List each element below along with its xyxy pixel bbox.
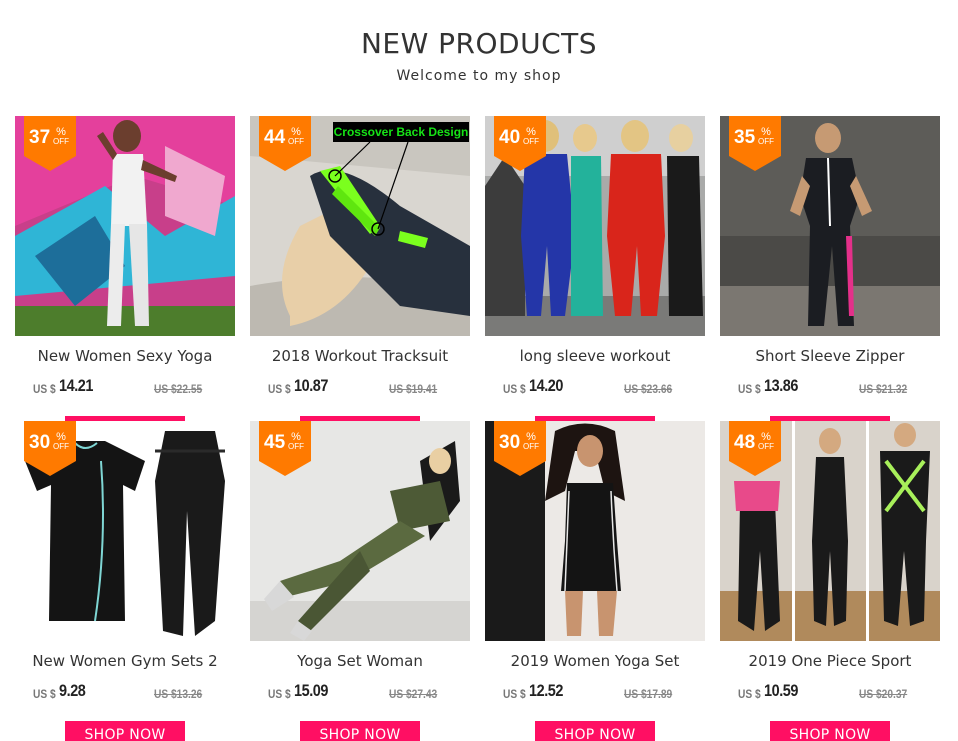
original-price: US $19.41	[389, 382, 438, 396]
sale-price: 10.59	[764, 681, 799, 700]
sale-price: 9.28	[59, 681, 86, 700]
product-image[interactable]: Crossover Back Design 44 % OFF	[250, 116, 470, 336]
currency-label: US $	[33, 382, 56, 396]
product-name[interactable]: 2019 One Piece Sport	[720, 652, 940, 670]
price-row: US $ 15.09 US $27.43	[268, 681, 468, 703]
product-image[interactable]: 40 % OFF	[485, 116, 705, 336]
price-row: US $ 13.86 US $21.32	[738, 376, 938, 398]
page-title: NEW PRODUCTS	[360, 27, 598, 60]
original-price: US $17.89	[624, 687, 673, 701]
image-caption: Crossover Back Design	[333, 122, 469, 142]
discount-badge: 35 % OFF	[729, 116, 781, 171]
original-price: US $21.32	[859, 382, 908, 396]
sale-price: 13.86	[764, 376, 799, 395]
currency-label: US $	[268, 687, 291, 701]
product-card[interactable]: 40 % OFF long sleeve workout US $ 14.20 U…	[485, 116, 705, 448]
product-name[interactable]: New Women Sexy Yoga	[15, 347, 235, 365]
original-price: US $27.43	[389, 687, 438, 701]
currency-label: US $	[738, 687, 761, 701]
product-name[interactable]: long sleeve workout	[485, 347, 705, 365]
product-card[interactable]: 30 % OFF 2019 Women Yoga Set US $ 12.52 U…	[485, 421, 705, 741]
product-name[interactable]: New Women Gym Sets 2	[15, 652, 235, 670]
product-card[interactable]: 35 % OFF Short Sleeve Zipper US $ 13.86 U…	[720, 116, 940, 448]
sale-price: 14.20	[529, 376, 564, 395]
shop-now-button[interactable]: SHOP NOW	[535, 721, 655, 741]
product-name[interactable]: 2018 Workout Tracksuit	[250, 347, 470, 365]
product-image[interactable]: 48 % OFF	[720, 421, 940, 641]
product-name[interactable]: 2019 Women Yoga Set	[485, 652, 705, 670]
product-image[interactable]: 30 % OFF	[15, 421, 235, 641]
product-card[interactable]: 48 % OFF 2019 One Piece Sport US $ 10.59 …	[720, 421, 940, 741]
discount-badge: 30 % OFF	[24, 421, 76, 476]
original-price: US $23.66	[624, 382, 673, 396]
price-row: US $ 14.20 US $23.66	[503, 376, 703, 398]
currency-label: US $	[503, 382, 526, 396]
page-subtitle: Welcome to my shop	[396, 68, 562, 84]
product-image[interactable]: 35 % OFF	[720, 116, 940, 336]
sale-price: 12.52	[529, 681, 564, 700]
sale-price: 15.09	[294, 681, 329, 700]
price-row: US $ 10.87 US $19.41	[268, 376, 468, 398]
product-name[interactable]: Short Sleeve Zipper	[720, 347, 940, 365]
product-name[interactable]: Yoga Set Woman	[250, 652, 470, 670]
product-image[interactable]: 30 % OFF	[485, 421, 705, 641]
shop-now-button[interactable]: SHOP NOW	[770, 721, 890, 741]
original-price: US $13.26	[154, 687, 203, 701]
section-header: NEW PRODUCTS Welcome to my shop	[0, 24, 958, 84]
sale-price: 14.21	[59, 376, 94, 395]
currency-label: US $	[503, 687, 526, 701]
currency-label: US $	[738, 382, 761, 396]
currency-label: US $	[268, 382, 291, 396]
product-image[interactable]: 37 % OFF	[15, 116, 235, 336]
shop-now-button[interactable]: SHOP NOW	[300, 721, 420, 741]
original-price: US $20.37	[859, 687, 908, 701]
discount-badge: 40 % OFF	[494, 116, 546, 171]
currency-label: US $	[33, 687, 56, 701]
discount-badge: 37 % OFF	[24, 116, 76, 171]
product-card[interactable]: 30 % OFF New Women Gym Sets 2 US $ 9.28 U…	[15, 421, 235, 741]
original-price: US $22.55	[154, 382, 203, 396]
price-row: US $ 12.52 US $17.89	[503, 681, 703, 703]
price-row: US $ 14.21 US $22.55	[33, 376, 233, 398]
shop-now-button[interactable]: SHOP NOW	[65, 721, 185, 741]
product-image[interactable]: 45 % OFF	[250, 421, 470, 641]
sale-price: 10.87	[294, 376, 329, 395]
discount-badge: 30 % OFF	[494, 421, 546, 476]
discount-badge: 48 % OFF	[729, 421, 781, 476]
product-card[interactable]: 37 % OFF New Women Sexy Yoga US $ 14.21 U…	[15, 116, 235, 448]
price-row: US $ 10.59 US $20.37	[738, 681, 938, 703]
discount-badge: 44 % OFF	[259, 116, 311, 171]
discount-badge: 45 % OFF	[259, 421, 311, 476]
product-card[interactable]: Crossover Back Design 44 % OFF 2018 Worko…	[250, 116, 470, 448]
product-card[interactable]: 45 % OFF Yoga Set Woman US $ 15.09 US $27…	[250, 421, 470, 741]
price-row: US $ 9.28 US $13.26	[33, 681, 233, 703]
